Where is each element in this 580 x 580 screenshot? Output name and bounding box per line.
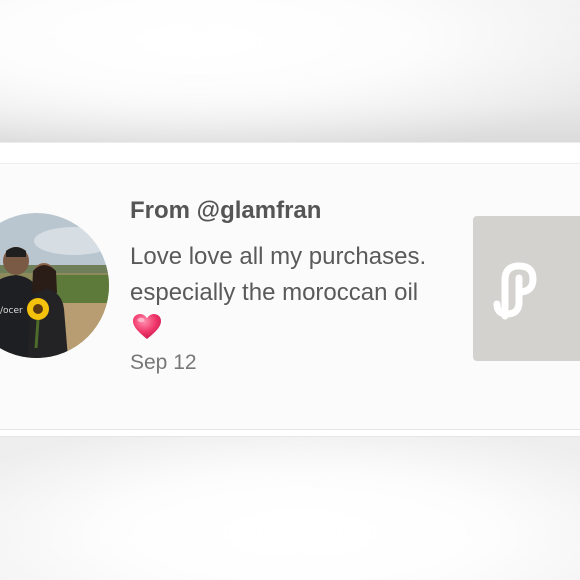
- blurred-background-bottom: [0, 430, 580, 580]
- avatar[interactable]: /ocer: [0, 213, 109, 358]
- sender-label[interactable]: From @glamfran: [130, 197, 321, 225]
- avatar-photo: /ocer: [0, 213, 109, 358]
- screenshot-stage: /ocer From @glamfran Love love all my pu…: [0, 0, 580, 580]
- notification-card[interactable]: /ocer From @glamfran Love love all my pu…: [0, 143, 580, 436]
- poshmark-logo-icon: [493, 261, 537, 319]
- svg-text:/ocer: /ocer: [0, 306, 23, 316]
- listing-thumbnail[interactable]: [473, 216, 580, 361]
- timestamp: Sep 12: [130, 351, 197, 374]
- message-body: Love love all my purchases. especially t…: [130, 243, 427, 306]
- notification-row[interactable]: /ocer From @glamfran Love love all my pu…: [0, 163, 580, 430]
- blurred-background-top: [0, 0, 580, 150]
- heart-icon: [133, 314, 161, 339]
- message-text: Love love all my purchases. especially t…: [130, 239, 430, 347]
